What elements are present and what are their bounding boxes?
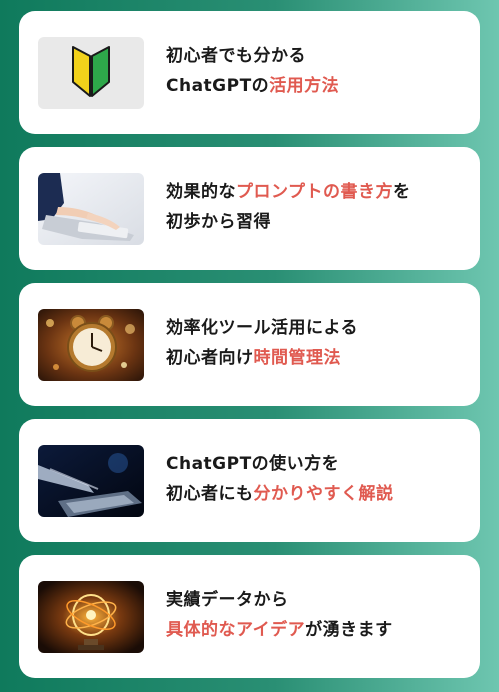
text-segment: ChatGPTの xyxy=(166,76,270,96)
text-segment: 効率化ツール活用による xyxy=(166,318,358,338)
highlight-text: 活用方法 xyxy=(269,76,340,96)
text-segment: 初心者向け xyxy=(166,348,254,368)
typing-keyboard-photo xyxy=(38,173,144,245)
text-segment: 初心者にも xyxy=(166,484,254,504)
feature-card-prompt-writing: 効果的なプロンプトの書き方を 初歩から習得 xyxy=(19,147,480,270)
feature-text-line-2: 初歩から習得 xyxy=(166,207,466,237)
feature-text-line-2: ChatGPTの活用方法 xyxy=(166,71,466,101)
highlight-text: 時間管理法 xyxy=(253,348,341,368)
text-segment: 初心者でも分かる xyxy=(166,46,306,66)
feature-text-line-1: 効率化ツール活用による xyxy=(166,313,466,343)
feature-text-line-1: 効果的なプロンプトの書き方を xyxy=(166,177,466,207)
feature-text: 効率化ツール活用による 初心者向け時間管理法 xyxy=(166,313,466,373)
feature-text: ChatGPTの使い方を 初心者にも分かりやすく解説 xyxy=(166,449,466,509)
feature-text-line-2: 初心者向け時間管理法 xyxy=(166,343,466,373)
feature-text: 実績データから 具体的なアイデアが湧きます xyxy=(166,585,466,645)
beginner-mark-icon xyxy=(38,37,144,109)
text-segment: 初歩から習得 xyxy=(166,212,271,232)
robot-hand-laptop-photo xyxy=(38,445,144,517)
highlight-text: 具体的なアイデア xyxy=(166,620,306,640)
feature-card-chatgpt-usage: 初心者でも分かる ChatGPTの活用方法 xyxy=(19,11,480,134)
text-segment: 効果的な xyxy=(166,182,236,202)
text-segment: が湧きます xyxy=(305,620,393,640)
feature-card-ideas: 実績データから 具体的なアイデアが湧きます xyxy=(19,555,480,678)
feature-text-line-2: 具体的なアイデアが湧きます xyxy=(166,615,466,645)
feature-text-line-1: 実績データから xyxy=(166,585,466,615)
text-segment: を xyxy=(393,182,411,202)
feature-text-line-1: ChatGPTの使い方を xyxy=(166,449,466,479)
feature-list: 初心者でも分かる ChatGPTの活用方法 効果的なプロンプトの書き方を 初歩か… xyxy=(0,0,499,692)
highlight-text: 分かりやすく解説 xyxy=(253,484,394,504)
feature-text: 効果的なプロンプトの書き方を 初歩から習得 xyxy=(166,177,466,237)
feature-card-how-to-use: ChatGPTの使い方を 初心者にも分かりやすく解説 xyxy=(19,419,480,542)
highlight-text: プロンプトの書き方 xyxy=(236,182,393,202)
feature-card-time-management: 効率化ツール活用による 初心者向け時間管理法 xyxy=(19,283,480,406)
alarm-clock-photo xyxy=(38,309,144,381)
feature-text-line-1: 初心者でも分かる xyxy=(166,41,466,71)
feature-text: 初心者でも分かる ChatGPTの活用方法 xyxy=(166,41,466,101)
feature-text-line-2: 初心者にも分かりやすく解説 xyxy=(166,479,466,509)
glowing-bulb-photo xyxy=(38,581,144,653)
text-segment: 実績データから xyxy=(166,590,289,610)
text-segment: ChatGPTの使い方を xyxy=(166,454,340,474)
